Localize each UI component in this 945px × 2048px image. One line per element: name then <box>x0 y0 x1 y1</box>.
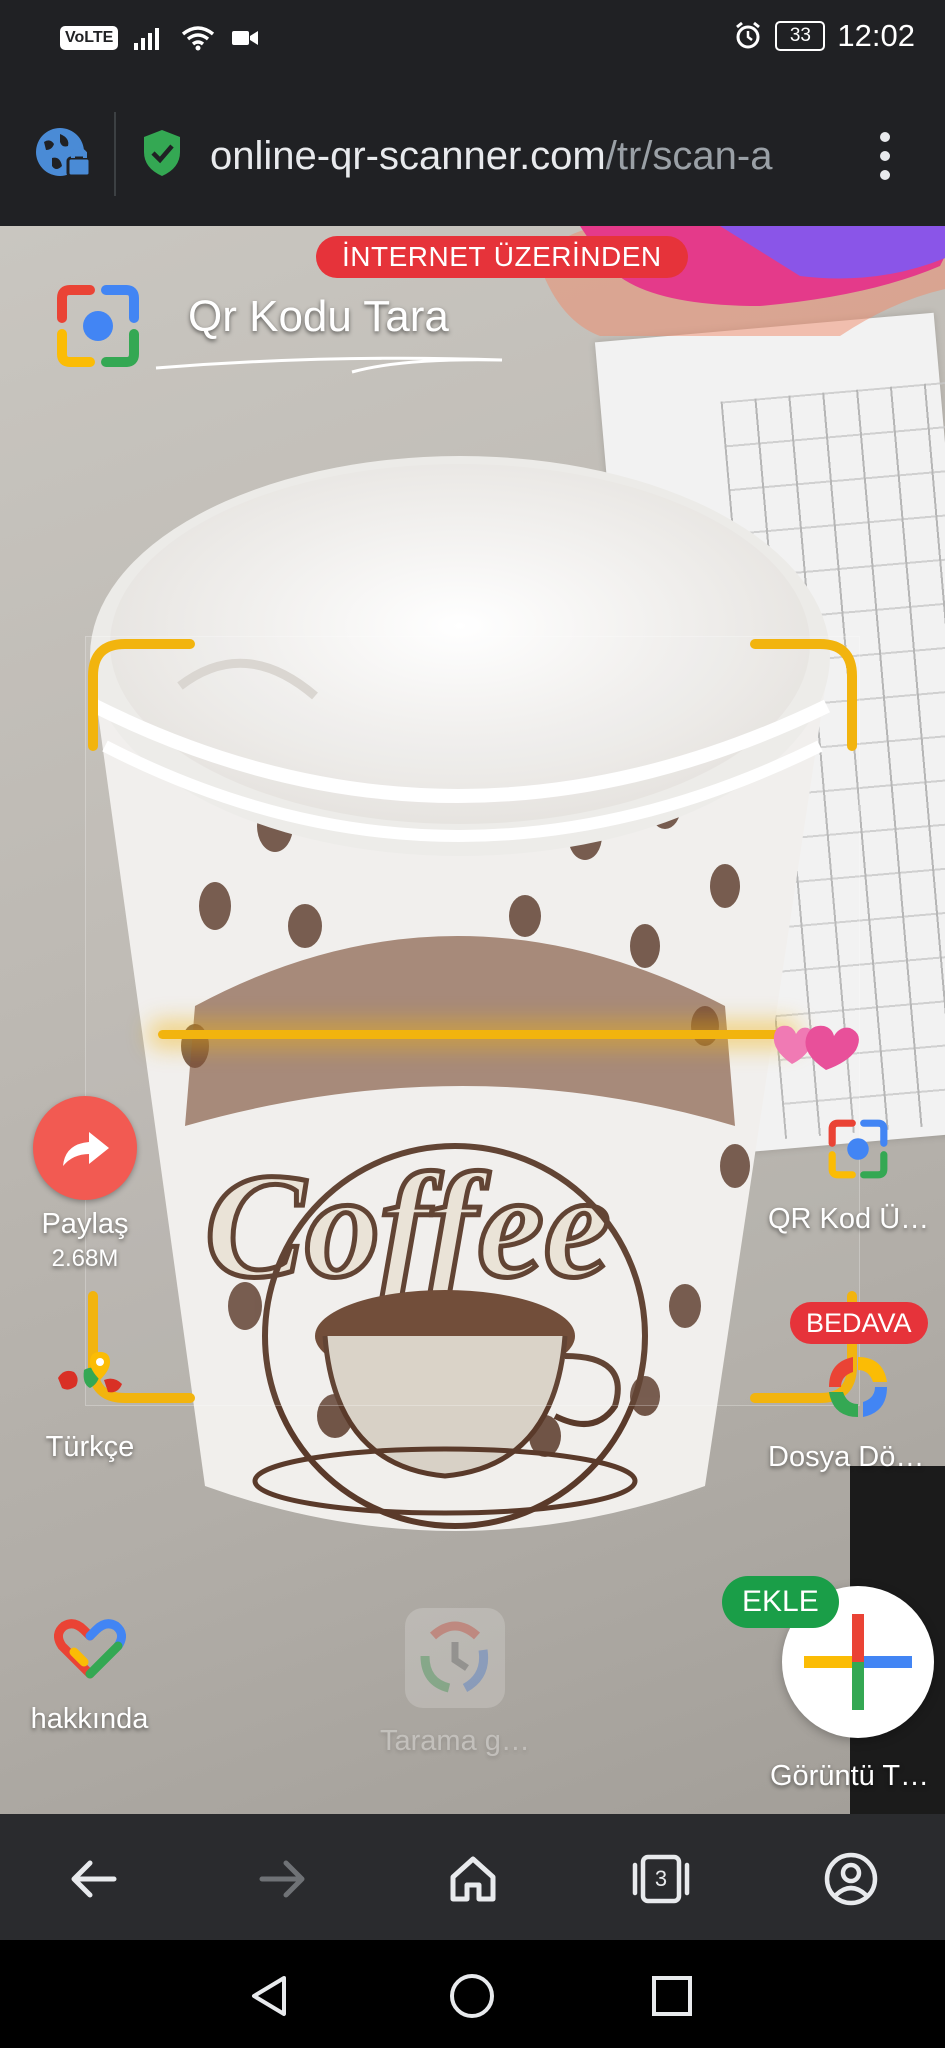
share-button[interactable] <box>33 1096 137 1200</box>
qr-generator-action[interactable]: QR Kod Ü… <box>768 1116 945 1236</box>
scan-frame <box>85 636 860 1406</box>
tabs-button[interactable]: 3 <box>626 1844 696 1914</box>
file-converter-icon <box>829 1357 887 1417</box>
share-label: Paylaş <box>41 1208 129 1240</box>
home-button[interactable] <box>438 1844 508 1914</box>
url-fade <box>770 126 830 186</box>
system-recents-icon[interactable] <box>650 1974 694 2018</box>
title-underline <box>155 356 503 374</box>
home-icon <box>450 1856 496 1902</box>
url-domain: online-qr-scanner.com <box>210 134 606 178</box>
language-action[interactable]: Türkçe <box>30 1348 150 1464</box>
language-label: Türkçe <box>45 1431 135 1463</box>
status-bar: VoLTE 33 12:02 <box>0 0 945 84</box>
alarm-icon <box>736 21 761 49</box>
system-back-icon[interactable] <box>246 1972 294 2020</box>
wifi-icon <box>182 26 215 51</box>
hearts-icon <box>773 1025 859 1070</box>
scan-line <box>158 1030 790 1039</box>
qr-scan-icon <box>828 1119 888 1179</box>
forward-arrow-icon <box>259 1860 305 1898</box>
share-count: 2.68M <box>51 1245 119 1272</box>
browser-bottom-nav: 3 <box>0 1814 945 1940</box>
qr-generator-label: QR Kod Ü… <box>768 1203 930 1235</box>
add-badge: EKLE <box>722 1576 839 1628</box>
battery-indicator: 33 <box>775 21 826 51</box>
volte-indicator: VoLTE <box>60 26 119 50</box>
scan-history-label: Tarama g… <box>380 1725 530 1757</box>
lens-logo-icon[interactable] <box>52 280 144 372</box>
back-arrow-icon <box>71 1860 117 1898</box>
forward-button[interactable] <box>248 1844 318 1914</box>
about-label: hakkında <box>30 1703 149 1735</box>
file-converter-action[interactable]: Dosya Dö… <box>768 1352 945 1474</box>
share-arrow-icon <box>63 1132 109 1166</box>
site-info-globe-icon[interactable] <box>30 120 94 184</box>
camera-viewport: Coffee İNTERNET ÜZERİNDEN Qr Kodu Tara <box>0 226 945 1814</box>
account-icon <box>824 1852 878 1906</box>
video-call-icon <box>232 31 259 45</box>
status-left: VoLTE <box>60 24 260 52</box>
page-title: Qr Kodu Tara <box>188 292 449 341</box>
system-nav-bar <box>0 1940 945 2048</box>
url-text[interactable]: online-qr-scanner.com/tr/scan-a <box>210 126 830 186</box>
tab-count: 3 <box>654 1866 668 1891</box>
signal-icon <box>134 28 160 50</box>
history-icon <box>404 1608 505 1708</box>
online-badge: İNTERNET ÜZERİNDEN <box>316 236 688 278</box>
overflow-menu-icon[interactable] <box>875 132 895 182</box>
share-action[interactable]: Paylaş 2.68M <box>30 1096 140 1273</box>
back-button[interactable] <box>58 1844 128 1914</box>
free-badge: BEDAVA <box>790 1302 928 1344</box>
world-map-icon <box>58 1352 122 1393</box>
scan-history-ghost[interactable]: Tarama g… <box>380 1606 530 1758</box>
image-tool-label: Görüntü T… <box>770 1760 930 1792</box>
browser-url-bar[interactable]: online-qr-scanner.com/tr/scan-a <box>0 84 945 226</box>
status-right: 33 12:02 <box>733 18 915 54</box>
account-button[interactable] <box>816 1844 886 1914</box>
url-path: /tr/scan-a <box>605 134 773 178</box>
file-converter-label: Dosya Dö… <box>768 1441 925 1473</box>
secure-shield-icon <box>144 130 180 176</box>
about-action[interactable]: hakkında <box>22 1616 157 1736</box>
clock: 12:02 <box>837 18 915 53</box>
url-divider <box>114 112 116 196</box>
system-home-icon[interactable] <box>448 1972 496 2020</box>
heart-logo-icon <box>53 1619 126 1679</box>
